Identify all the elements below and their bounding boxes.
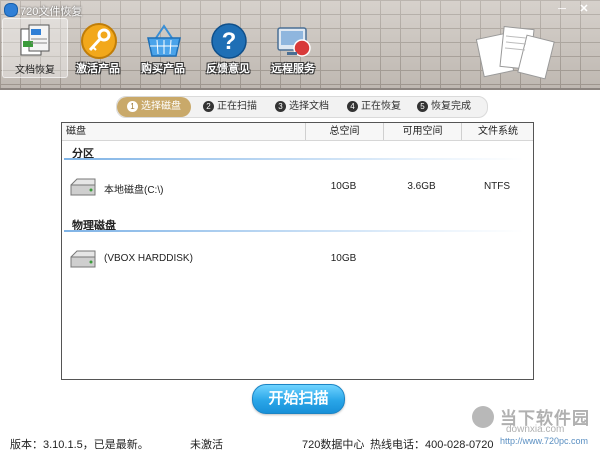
table-row[interactable]: 本地磁盘(C:\) 10GB 3.6GB NTFS	[62, 173, 533, 201]
documents-icon	[20, 24, 50, 56]
group-separator	[64, 230, 524, 232]
disk-filesystem: NTFS	[483, 181, 511, 192]
minimize-button[interactable]: ─	[554, 2, 570, 16]
nav-feedback[interactable]: ? 反馈意见	[196, 18, 260, 76]
disk-name: 本地磁盘(C:\)	[104, 185, 164, 196]
svg-text:?: ?	[222, 28, 237, 55]
step-recovering: 4 正在恢复	[347, 97, 401, 117]
watermark-url: http://www.720pc.com	[500, 436, 589, 446]
window-title: 720文件恢复	[20, 6, 83, 18]
step-number-badge: 3	[275, 100, 286, 112]
step-scanning: 2 正在扫描	[203, 97, 257, 117]
help-icon: ?	[211, 23, 247, 59]
site-watermark: 当下软件园 downxia.com http://www.720pc.com	[464, 400, 600, 450]
activation-status[interactable]: 未激活	[190, 436, 223, 452]
disk-name: (VBOX HARDDISK)	[104, 253, 193, 264]
key-icon	[81, 23, 117, 59]
hard-disk-icon	[70, 178, 96, 196]
step-progress: 1 选择磁盘 2 正在扫描 3 选择文档 4 正在恢复 5 恢复完成	[116, 96, 488, 118]
download-arrow-icon	[472, 406, 494, 428]
column-header-total[interactable]: 总空间	[305, 123, 383, 140]
hard-disk-icon	[70, 250, 96, 268]
step-number-badge: 4	[347, 100, 358, 112]
documents-illustration	[476, 25, 555, 80]
column-header-free[interactable]: 可用空间	[383, 123, 461, 140]
column-header-filesystem[interactable]: 文件系统	[461, 123, 534, 140]
nav-buy-product[interactable]: 购买产品	[131, 18, 195, 76]
close-button[interactable]: ✕	[576, 2, 592, 16]
column-header-disk[interactable]: 磁盘	[62, 123, 304, 140]
data-center-link[interactable]: 720数据中心	[302, 436, 364, 452]
step-select-disk: 1 选择磁盘	[117, 97, 191, 117]
nav-label: 购买产品	[141, 63, 185, 75]
nav-label: 远程服务	[271, 63, 315, 75]
step-label: 选择磁盘	[141, 101, 181, 112]
nav-remote-service[interactable]: 远程服务	[261, 18, 325, 76]
disk-free-space: 3.6GB	[407, 181, 436, 192]
step-recovery-complete: 5 恢复完成	[417, 97, 471, 117]
step-number-badge: 2	[203, 100, 214, 112]
nav-label: 文档恢复	[15, 65, 55, 76]
disk-table: 磁盘 总空间 可用空间 文件系统 分区 本地磁盘(C:\) 10GB 3.6GB…	[61, 122, 534, 380]
step-select-documents: 3 选择文档	[275, 97, 329, 117]
step-label: 正在恢复	[361, 101, 401, 112]
group-separator	[64, 158, 524, 160]
nav-activate-product[interactable]: 激活产品	[66, 18, 130, 76]
basket-icon	[147, 24, 181, 57]
watermark-domain: downxia.com	[506, 424, 565, 435]
nav-label: 激活产品	[76, 63, 120, 75]
table-row[interactable]: (VBOX HARDDISK) 10GB	[62, 245, 533, 273]
nav-label: 反馈意见	[206, 63, 250, 75]
step-label: 选择文档	[289, 101, 329, 112]
step-number-badge: 5	[417, 100, 428, 112]
app-logo-icon	[4, 3, 18, 17]
step-label: 正在扫描	[217, 101, 257, 112]
step-label: 恢复完成	[431, 101, 471, 112]
table-header: 磁盘 总空间 可用空间 文件系统	[62, 123, 533, 141]
remote-service-icon	[277, 27, 311, 57]
step-number-badge: 1	[127, 100, 138, 112]
version-text: 版本：3.10.1.5，已是最新。	[10, 439, 149, 451]
nav-documents-recovery[interactable]: 文档恢复	[2, 18, 68, 78]
disk-total-space: 10GB	[330, 181, 357, 192]
disk-total-space: 10GB	[330, 253, 357, 264]
title-bar: 720文件恢复 ─ ✕	[0, 0, 600, 18]
start-scan-button[interactable]: 开始扫描	[252, 384, 345, 414]
